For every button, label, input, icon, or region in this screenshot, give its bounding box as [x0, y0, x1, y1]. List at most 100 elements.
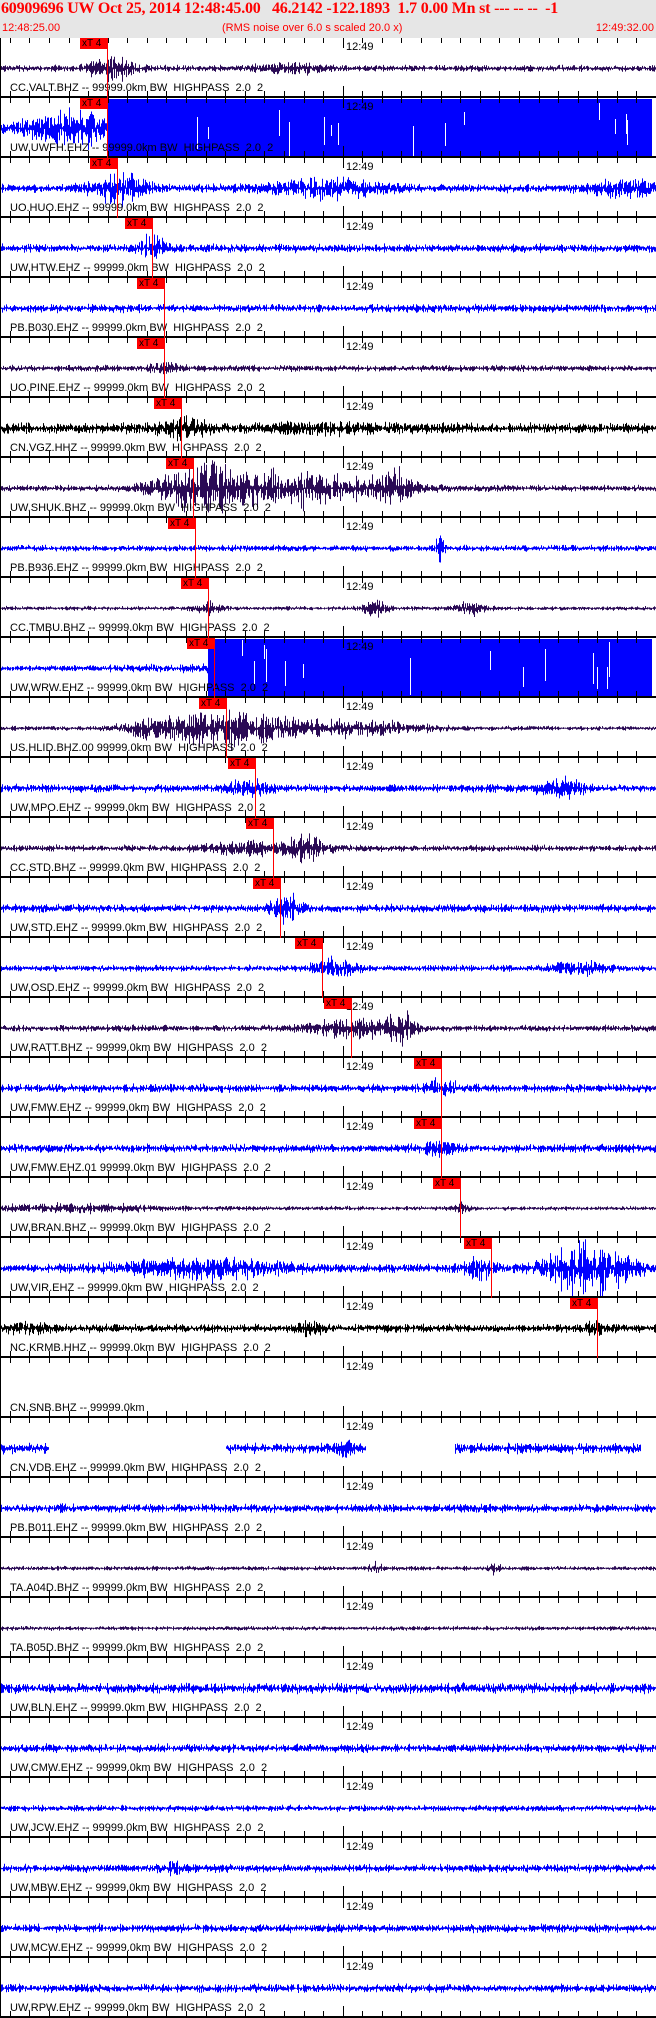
pick-marker[interactable]: xT 4 [80, 38, 107, 49]
pick-marker[interactable]: xT 4 [166, 458, 193, 469]
pick-line[interactable] [322, 938, 323, 998]
pick-marker[interactable]: xT 4 [570, 1298, 597, 1309]
left-border [0, 1118, 1, 1178]
pick-line[interactable] [195, 518, 196, 578]
pick-line[interactable] [164, 278, 165, 338]
pick-line[interactable] [460, 1178, 461, 1238]
end-time: 12:49:32.00 [595, 22, 654, 34]
station-label: CC.STD.BHZ -- 99999.0km BW HIGHPASS 2.0 … [10, 862, 261, 874]
pick-marker[interactable]: xT 4 [181, 578, 208, 589]
saturated-signal [208, 639, 652, 696]
left-border [0, 1598, 1, 1658]
station-label: TA.A04D.BHZ -- 99999.0km BW HIGHPASS 2.0… [10, 1582, 264, 1594]
minute-mark-label: 12:49 [346, 1601, 374, 1613]
trace-row: 12:49 UW.RATT.BHZ -- 99999.0km BW HIGHPAS… [0, 998, 656, 1058]
pick-line[interactable] [214, 638, 215, 698]
pick-line[interactable] [152, 218, 153, 278]
station-label: US.HLID.BHZ.00 99999.0km BW HIGHPASS 2.0… [10, 742, 268, 754]
trace-row: 12:49 UW.UWFH.EHZ -- 99999.0km BW HIGHPAS… [0, 98, 656, 158]
station-label: UW.RPW.EHZ -- 99999.0km BW HIGHPASS 2.0 … [10, 2002, 266, 2014]
pick-line[interactable] [273, 818, 274, 878]
left-border [0, 1778, 1, 1838]
trace-row: 12:49 CN.SNB.BHZ -- 99999.0km [0, 1358, 656, 1418]
pick-marker[interactable]: xT 4 [324, 998, 351, 1009]
pick-line[interactable] [208, 578, 209, 638]
trace-row: 12:49 UW.MPO.EHZ -- 99999.0km BW HIGHPASS… [0, 758, 656, 818]
pick-line[interactable] [597, 1298, 598, 1358]
pick-marker[interactable]: xT 4 [414, 1118, 441, 1129]
waveform [0, 1983, 656, 1993]
minute-mark-label: 12:49 [346, 1361, 374, 1373]
waveform [0, 1077, 656, 1097]
left-border [0, 998, 1, 1058]
pick-marker[interactable]: xT 4 [80, 98, 107, 109]
pick-line[interactable] [441, 1118, 442, 1178]
minute-mark-label: 12:49 [346, 1721, 374, 1733]
pick-marker[interactable]: xT 4 [246, 818, 273, 829]
left-border [0, 578, 1, 638]
pick-marker[interactable]: xT 4 [168, 518, 195, 529]
pick-marker[interactable]: xT 4 [295, 938, 322, 949]
pick-line[interactable] [226, 698, 227, 758]
pick-line[interactable] [441, 1058, 442, 1118]
waveform [0, 1139, 656, 1158]
trace-row: 12:49 UW.FMW.EHZ.01 99999.0km BW HIGHPASS… [0, 1118, 656, 1178]
trace-row: 12:49 CC.VALT.BHZ -- 99999.0km BW HIGHPAS… [0, 38, 656, 98]
pick-line[interactable] [491, 1238, 492, 1298]
pick-marker[interactable]: xT 4 [253, 878, 280, 889]
trace-row: 12:49 TA.A04D.BHZ -- 99999.0km BW HIGHPAS… [0, 1538, 656, 1598]
station-label: UW.RATT.BHZ -- 99999.0km BW HIGHPASS 2.0… [10, 1042, 267, 1054]
pick-marker[interactable]: xT 4 [464, 1238, 491, 1249]
station-label: UW.FMW.EHZ -- 99999.0km BW HIGHPASS 2.0 … [10, 1102, 266, 1114]
pick-line[interactable] [107, 38, 108, 98]
pick-marker[interactable]: xT 4 [137, 278, 164, 289]
signal-gap [303, 664, 304, 678]
station-label: NC.KRMB.HHZ -- 99999.0km BW HIGHPASS 2.0… [10, 1342, 271, 1354]
station-label: TA.B05D.BHZ -- 99999.0km BW HIGHPASS 2.0… [10, 1642, 264, 1654]
signal-gap [410, 658, 411, 695]
pick-marker[interactable]: xT 4 [228, 758, 255, 769]
pick-marker[interactable]: xT 4 [187, 638, 214, 649]
station-label: CN.SNB.BHZ -- 99999.0km [10, 1402, 145, 1414]
pick-marker[interactable]: xT 4 [90, 158, 117, 169]
pick-line[interactable] [255, 758, 256, 818]
pick-line[interactable] [280, 878, 281, 938]
trace-row: 12:49 UW.VIR.EHZ -- 99999.0km BW HIGHPASS… [0, 1238, 656, 1298]
left-border [0, 698, 1, 758]
minute-mark-label: 12:49 [346, 701, 374, 713]
minute-mark-label: 12:49 [346, 1961, 374, 1973]
minute-mark-label: 12:49 [346, 1541, 374, 1553]
pick-line[interactable] [181, 398, 182, 458]
minute-mark-label: 12:49 [346, 1181, 374, 1193]
pick-marker[interactable]: xT 4 [199, 698, 226, 709]
signal-gap [615, 119, 616, 134]
station-label: UW.VIR.EHZ -- 99999.0km BW HIGHPASS 2.0 … [10, 1282, 259, 1294]
pick-marker[interactable]: xT 4 [414, 1058, 441, 1069]
pick-marker[interactable]: xT 4 [125, 218, 152, 229]
waveform [0, 1503, 656, 1514]
pick-line[interactable] [351, 998, 352, 1058]
trace-row: 12:49 UW.FMW.EHZ -- 99999.0km BW HIGHPASS… [0, 1058, 656, 1118]
pick-line[interactable] [107, 98, 108, 158]
pick-line[interactable] [193, 458, 194, 518]
left-border [0, 1478, 1, 1538]
pick-line[interactable] [164, 338, 165, 398]
minute-mark-label: 12:49 [346, 341, 374, 353]
minute-mark-label: 12:49 [346, 1781, 374, 1793]
minute-mark-label: 12:49 [346, 1841, 374, 1853]
left-border [0, 38, 1, 98]
pick-marker[interactable]: xT 4 [433, 1178, 460, 1189]
pick-marker[interactable]: xT 4 [137, 338, 164, 349]
trace-row: 12:49 UW.WRW.EHZ -- 99999.0km BW HIGHPASS… [0, 638, 656, 698]
seismogram-traces: 12:49 CC.VALT.BHZ -- 99999.0km BW HIGHPAS… [0, 38, 656, 2018]
minute-mark-label: 12:49 [346, 761, 374, 773]
left-border [0, 338, 1, 398]
signal-gap [523, 667, 524, 687]
waveform [0, 1201, 656, 1215]
signal-gap [331, 125, 332, 136]
minute-mark-label: 12:49 [346, 281, 374, 293]
pick-line[interactable] [117, 158, 118, 218]
trace-row: 12:49 UW.RPW.EHZ -- 99999.0km BW HIGHPASS… [0, 1958, 656, 2018]
pick-marker[interactable]: xT 4 [154, 398, 181, 409]
minute-mark-label: 12:49 [346, 1121, 374, 1133]
